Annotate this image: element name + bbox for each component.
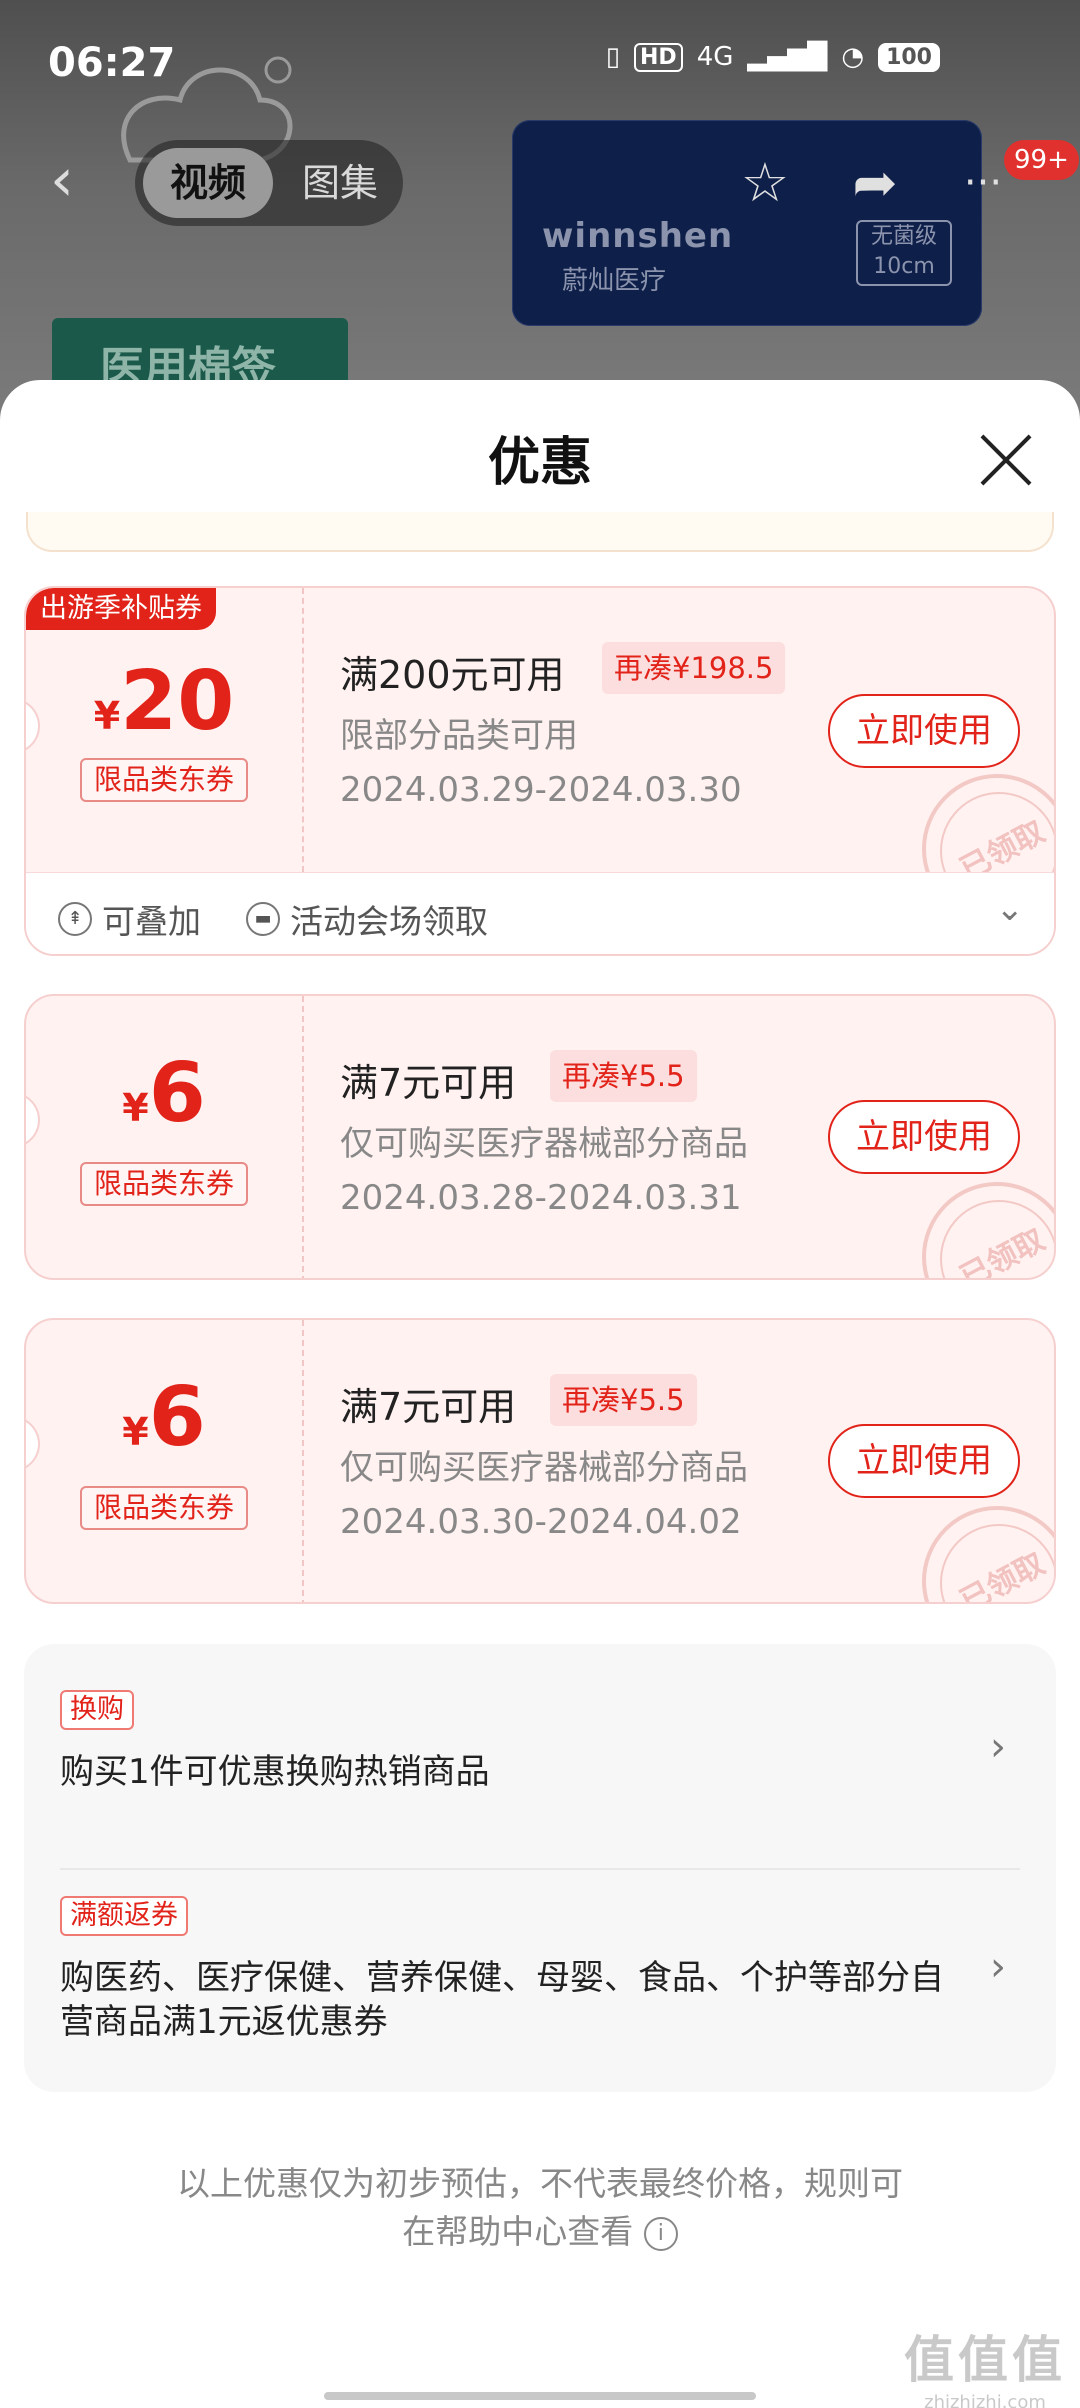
chevron-right-icon[interactable]: › [990,1724,1006,1770]
vibrate-icon: ▯ [605,42,620,72]
coupon-scope: 仅可购买医疗器械部分商品 [340,1124,748,1164]
discount-sheet: 优惠 出游季补贴券 ¥20 限品类东券 满200元可用 再凑¥198.5 限部分… [0,380,1080,2408]
coupon-limit-tag: 限品类东券 [80,1162,248,1206]
stack-icon: ⇞ [58,902,92,936]
product-box-badge-line1: 无菌级 [870,224,937,249]
coupon-currency: ¥ [122,1086,149,1130]
promotions-panel: 换购 购买1件可优惠换购热销商品 › 满额返券 购医药、医疗保健、营养保健、母婴… [24,1644,1056,2092]
ticket-icon: ▬ [246,902,280,936]
status-time: 06:27 [48,40,176,86]
favorite-star-icon[interactable]: ☆ [732,150,798,216]
coupon-amount: ¥6 [26,1046,302,1141]
home-indicator[interactable] [324,2392,756,2400]
coupon-card: 出游季补贴券 ¥20 限品类东券 满200元可用 再凑¥198.5 限部分品类可… [24,586,1056,956]
coupon-scope: 限部分品类可用 [340,716,578,756]
share-icon[interactable]: ➦ [842,150,908,216]
promo-tag: 换购 [60,1690,134,1730]
coupon-dates: 2024.03.29-2024.03.30 [340,770,742,810]
coupon-dates: 2024.03.28-2024.03.31 [340,1178,742,1218]
promo-tag: 满额返券 [60,1896,188,1936]
promo-text: 购买1件可优惠换购热销商品 [60,1752,490,1792]
source-info: ▬ 活动会场领取 [246,895,488,943]
coupon-condition: 满7元可用 [340,1385,517,1429]
coupon-card: ¥6 限品类东券 满7元可用 再凑¥5.5 仅可购买医疗器械部分商品 2024.… [24,1318,1056,1604]
coupon-amount: ¥20 [26,654,302,749]
coupon-add-more-tag: 再凑¥198.5 [602,642,786,694]
coupon-amount: ¥6 [26,1370,302,1465]
stackable-info: ⇞ 可叠加 [58,895,201,943]
coupon-limit-tag: 限品类东券 [80,758,248,802]
coupon-divider [302,996,304,1278]
stackable-label: 可叠加 [102,902,201,941]
claimed-stamp-text: 已领取 [954,1222,1051,1280]
coupon-currency: ¥ [93,694,121,738]
status-icons: ▯ HD 4G ▂▄▆█ ◔ 100 [606,42,940,72]
info-icon[interactable]: i [643,2216,678,2251]
sheet-title: 优惠 [487,433,592,493]
use-now-button[interactable]: 立即使用 [828,1424,1020,1498]
tab-gallery[interactable]: 图集 [285,148,395,218]
network-label: 4G [696,42,734,72]
coupon-divider [302,588,304,872]
chevron-down-icon[interactable]: ⌄ [996,889,1025,929]
coupon-condition: 满7元可用 [340,1061,517,1105]
chevron-right-icon[interactable]: › [990,1944,1006,1990]
product-box-badge-line2: 10cm [873,254,935,279]
watermark: 值值值 zhizhizhi.com [904,2320,1066,2408]
status-bar: 06:27 ▯ HD 4G ▂▄▆█ ◔ 100 [0,0,1080,130]
coupon-value: 6 [148,1370,206,1465]
media-tab-switch: 视频 图集 [135,140,403,226]
coupon-add-more-tag: 再凑¥5.5 [550,1050,697,1102]
coupon-add-more-tag: 再凑¥5.5 [550,1374,697,1426]
disclaimer-text: 以上优惠仅为初步预估，不代表最终价格，规则可 在帮助中心查看 i [120,2160,960,2256]
claimed-stamp-icon: 已领取 [922,1506,1054,1604]
coupon-value: 20 [120,654,235,749]
tab-video[interactable]: 视频 [143,148,273,218]
promo-divider [60,1868,1020,1870]
disclaimer-line1: 以上优惠仅为初步预估，不代表最终价格，规则可 [177,2164,903,2203]
use-now-button[interactable]: 立即使用 [828,1100,1020,1174]
coupon-footer: ⇞ 可叠加 ▬ 活动会场领取 ⌄ [26,872,1054,954]
coupon-scope: 仅可购买医疗器械部分商品 [340,1448,748,1488]
signal-icon: ▂▄▆█ [747,42,828,72]
hd-icon: HD [634,42,683,72]
source-label: 活动会场领取 [290,902,488,941]
coupon-card: ¥6 限品类东券 满7元可用 再凑¥5.5 仅可购买医疗器械部分商品 2024.… [24,994,1056,1280]
coupon-dates: 2024.03.30-2024.04.02 [340,1502,742,1542]
disclaimer-line2-wrap: 在帮助中心查看 i [120,2208,960,2256]
message-count-badge: 99+ [1004,140,1079,180]
watermark-logo-text: 值值值 [904,2331,1066,2389]
coupon-condition: 满200元可用 [340,653,565,697]
product-box-badge: 无菌级 10cm [856,220,952,286]
use-now-button[interactable]: 立即使用 [828,694,1020,768]
coupon-currency: ¥ [122,1410,149,1454]
coupon-ribbon-tag: 出游季补贴券 [26,588,216,630]
product-brand-text: winnshen [542,216,734,256]
wifi-icon: ◔ [841,42,865,72]
claimed-stamp-text: 已领取 [954,1546,1051,1604]
coupon-divider [302,1320,304,1602]
watermark-url: zhizhizhi.com [924,2392,1046,2408]
promo-text: 购医药、医疗保健、营养保健、母婴、食品、个护等部分自营商品满1元返优惠券 [60,1958,944,2042]
claimed-stamp-icon: 已领取 [922,1182,1054,1280]
product-brand-subtext: 蔚灿医疗 [562,266,667,296]
previous-coupon-card-edge [26,512,1054,552]
back-icon[interactable]: ‹ [50,150,74,210]
coupon-limit-tag: 限品类东券 [80,1486,248,1530]
battery-icon: 100 [878,42,940,72]
coupon-value: 6 [148,1046,206,1141]
disclaimer-line2: 在帮助中心查看 [402,2212,634,2251]
close-icon[interactable] [976,430,1036,490]
